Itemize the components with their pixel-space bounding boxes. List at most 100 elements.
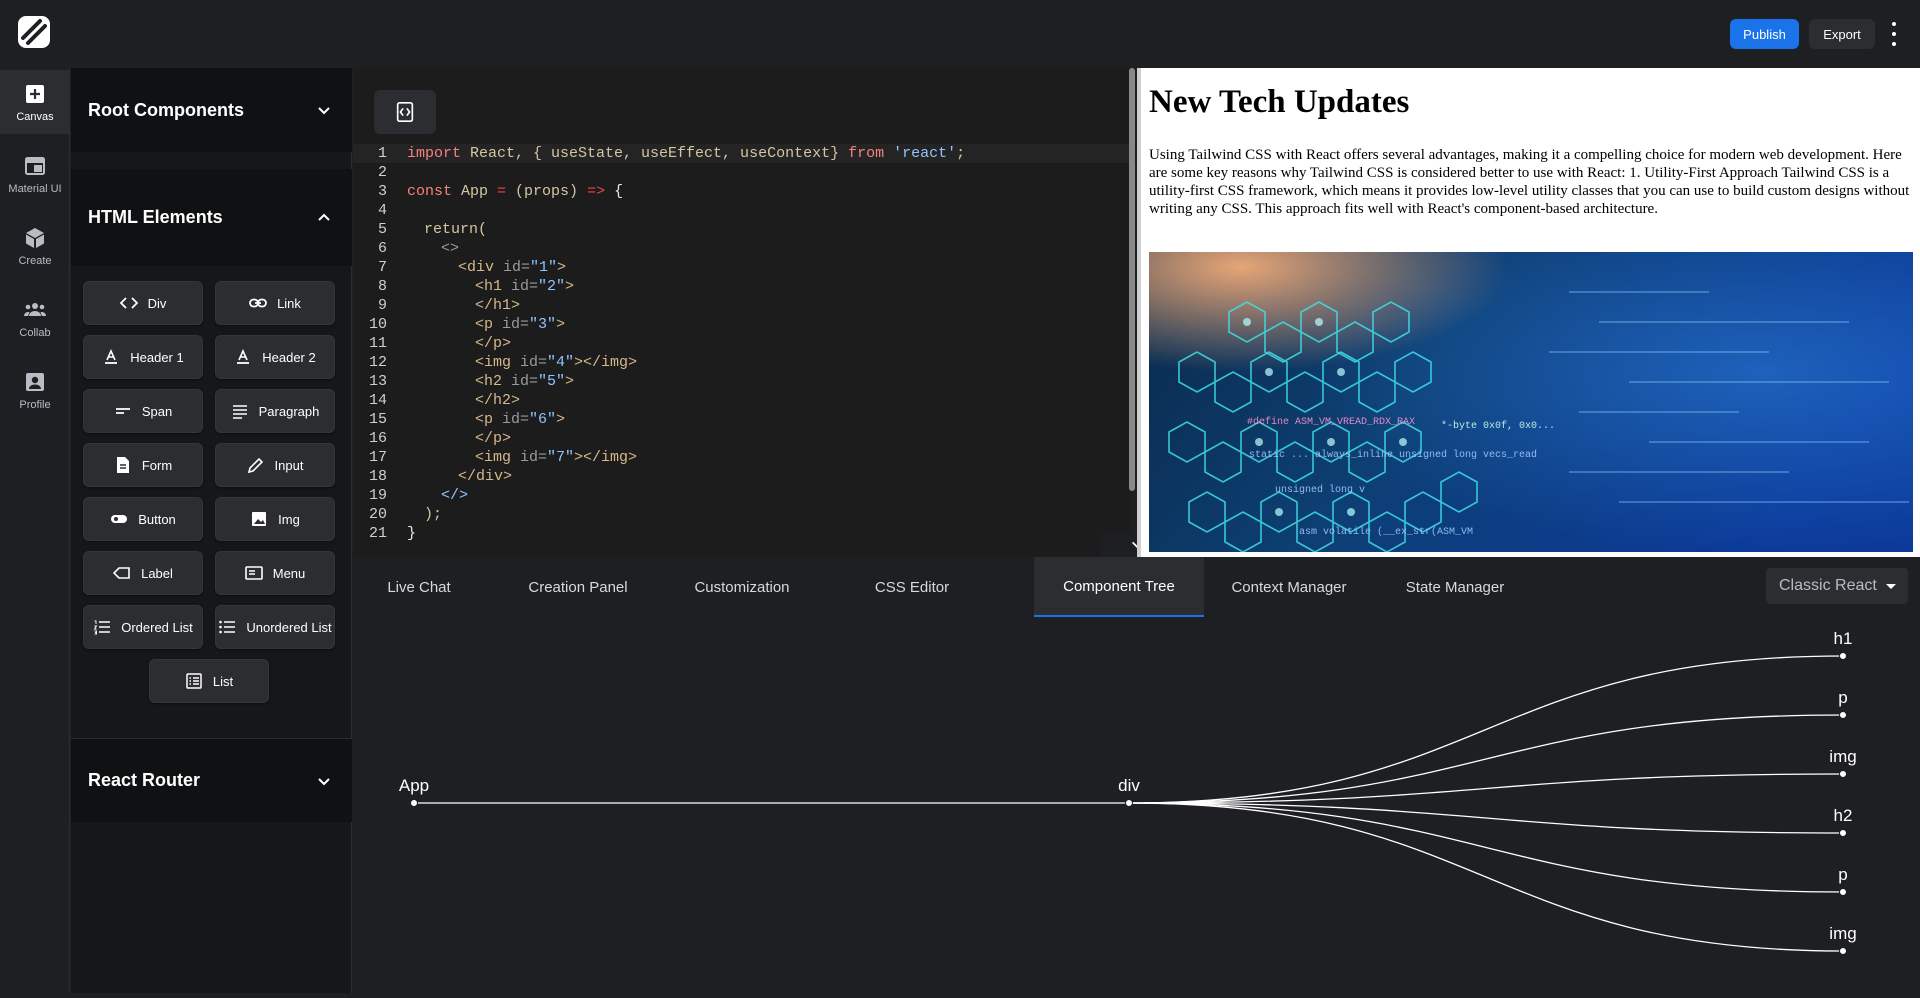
rail-label: Material UI: [8, 182, 62, 195]
element-button-button[interactable]: Button: [83, 497, 203, 541]
element-div-button[interactable]: Div: [83, 281, 203, 325]
tree-node-app-node[interactable]: [410, 799, 418, 807]
tree-node-leaf-node[interactable]: [1839, 652, 1847, 660]
tab-css-editor[interactable]: CSS Editor: [841, 557, 983, 617]
element-unordered-list-button[interactable]: Unordered List: [215, 605, 335, 649]
tree-node-leaf-label: p: [1838, 688, 1847, 707]
section-title: React Router: [88, 770, 201, 790]
window-icon: [25, 156, 45, 175]
tab-component-tree[interactable]: Component Tree: [1034, 557, 1204, 617]
rail-item-profile[interactable]: Profile: [0, 358, 70, 422]
tree-node-leaf-node[interactable]: [1839, 711, 1847, 719]
preview-title: New Tech Updates: [1149, 84, 1410, 120]
code-editor[interactable]: 1 import React, { useState, useEffect, us…: [353, 68, 1131, 557]
section-react-router[interactable]: React Router: [71, 738, 352, 822]
account-box-icon: [26, 372, 44, 391]
tab-customization[interactable]: Customization: [671, 557, 813, 617]
tab-state-manager[interactable]: State Manager: [1380, 557, 1530, 617]
app-logo[interactable]: [14, 12, 54, 52]
element-menu-button[interactable]: Menu: [215, 551, 335, 595]
code-line: 3 const App = (props) => {: [377, 183, 624, 200]
tree-node-leaf-node[interactable]: [1839, 888, 1847, 896]
tree-node-leaf-node[interactable]: [1839, 770, 1847, 778]
component-tree-view[interactable]: App div h1 p img h2 p img: [353, 617, 1920, 993]
image-icon: [252, 512, 267, 526]
tree-link: [1128, 802, 1844, 834]
more-options-icon[interactable]: [1887, 22, 1901, 46]
tree-node-div-node[interactable]: [1125, 799, 1133, 807]
code-line: 11 </p>: [368, 335, 512, 352]
element-link-button[interactable]: Link: [215, 281, 335, 325]
rail-item-material-ui[interactable]: Material UI: [0, 142, 70, 206]
tab-label: State Manager: [1405, 578, 1505, 596]
editor-scrollbar[interactable]: [1129, 68, 1135, 491]
format-code-button[interactable]: [374, 90, 436, 134]
element-label: Link: [277, 295, 301, 311]
tab-context-manager[interactable]: Context Manager: [1204, 557, 1374, 617]
link-icon: [249, 298, 267, 308]
section-title: HTML Elements: [88, 207, 223, 227]
code-line: 21}: [368, 525, 417, 542]
tab-live-chat[interactable]: Live Chat: [353, 557, 485, 617]
element-label: Button: [138, 511, 176, 527]
image-code-text: static ... always_inline unsigned long v…: [1249, 449, 1537, 461]
tree-link: [1128, 773, 1844, 804]
code-line: 9 </h1>: [377, 297, 521, 314]
element-header1-button[interactable]: Header 1: [83, 335, 203, 379]
element-form-button[interactable]: Form: [83, 443, 203, 487]
code-line: 19 </>: [368, 487, 469, 504]
code-line: 8 <h1 id="2">: [377, 278, 575, 295]
tab-creation-panel[interactable]: Creation Panel: [503, 557, 653, 617]
ordered-list-icon: [93, 620, 111, 635]
tree-link: [1128, 802, 1844, 893]
code-line: 13 <h2 id="5">: [368, 373, 575, 390]
element-list-button[interactable]: List: [149, 659, 269, 703]
cube-icon: [26, 227, 44, 248]
rail-item-create[interactable]: Create: [0, 214, 70, 278]
unordered-list-icon: [219, 620, 236, 634]
left-rail: Canvas Material UI Create Collab Profile: [0, 68, 70, 993]
code-lines[interactable]: 1 import React, { useState, useEffect, us…: [353, 144, 1131, 543]
list-icon: [186, 673, 202, 689]
section-html-elements[interactable]: HTML Elements: [71, 169, 352, 266]
image-code-text: #define ASM_VM_VREAD_RDX_RAX: [1247, 416, 1415, 428]
element-label-button[interactable]: Label: [83, 551, 203, 595]
tree-node-leaf-label: p: [1838, 865, 1847, 884]
element-span-button[interactable]: Span: [83, 389, 203, 433]
code-line: 1 import React, { useState, useEffect, us…: [353, 144, 1131, 163]
element-header2-button[interactable]: Header 2: [215, 335, 335, 379]
section-root-components[interactable]: Root Components: [71, 68, 352, 152]
tree-node-leaf-node[interactable]: [1839, 829, 1847, 837]
tree-node-leaf-label: h1: [1834, 629, 1853, 648]
code-line: 18 </div>: [368, 468, 513, 485]
caret-down-icon: [1886, 584, 1896, 589]
rail-item-collab[interactable]: Collab: [0, 286, 70, 350]
tree-link: [1128, 714, 1844, 804]
code-icon: [119, 297, 138, 309]
tab-label: Component Tree: [1063, 577, 1175, 595]
paragraph-icon: [232, 405, 247, 419]
framework-select[interactable]: Classic React: [1766, 568, 1908, 604]
element-label: Input: [274, 457, 304, 473]
element-label: Ordered List: [121, 619, 193, 635]
publish-button[interactable]: Publish: [1730, 19, 1799, 49]
code-line: 5 return(: [377, 221, 488, 238]
tree-node-leaf-node[interactable]: [1839, 947, 1847, 955]
image-code-text: unsigned long v: [1275, 484, 1365, 496]
plus-square-icon: [26, 84, 44, 103]
export-button[interactable]: Export: [1809, 19, 1875, 49]
element-input-button[interactable]: Input: [215, 443, 335, 487]
element-label: Label: [141, 565, 173, 581]
element-ordered-list-button[interactable]: Ordered List: [83, 605, 203, 649]
element-paragraph-button[interactable]: Paragraph: [215, 389, 335, 433]
tree-node-leaf-label: h2: [1834, 806, 1853, 825]
image-code-text: asm volatile (__ex_str(ASM_VM: [1299, 526, 1473, 538]
live-preview[interactable]: New Tech Updates Using Tailwind CSS with…: [1137, 68, 1920, 557]
element-label: Unordered List: [246, 619, 332, 635]
preview-paragraph: Using Tailwind CSS with React offers sev…: [1149, 147, 1910, 217]
rail-label: Canvas: [16, 110, 54, 123]
element-img-button[interactable]: Img: [215, 497, 335, 541]
rail-item-canvas[interactable]: Canvas: [0, 70, 70, 134]
element-label: Form: [141, 457, 173, 473]
tab-label: CSS Editor: [874, 578, 950, 596]
